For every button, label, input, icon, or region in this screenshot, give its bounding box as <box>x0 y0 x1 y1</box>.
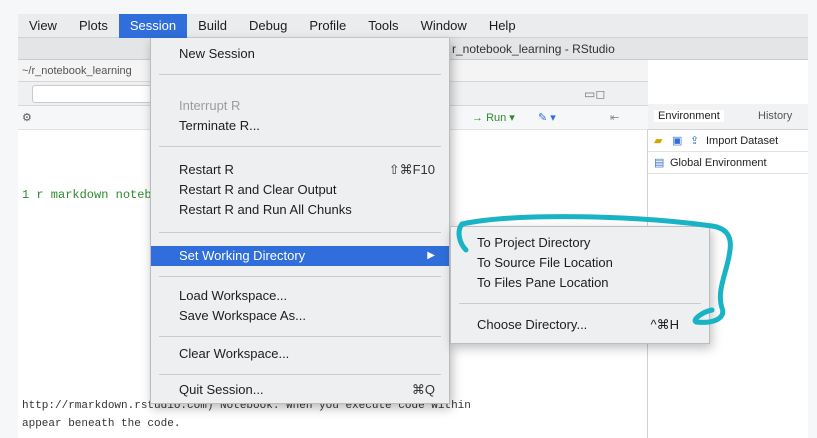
environment-icon: ▤ <box>654 157 665 169</box>
environment-tabs: Environment History <box>648 104 808 130</box>
run-label: Run <box>486 112 507 124</box>
menu-tools[interactable]: Tools <box>357 14 409 38</box>
open-folder-icon[interactable]: ▰ <box>654 134 662 147</box>
submenu-item-source-file-location[interactable]: To Source File Location <box>451 253 709 273</box>
save-icon[interactable]: ▣ <box>672 134 682 147</box>
menu-debug[interactable]: Debug <box>238 14 298 38</box>
insert-chunk-icon[interactable]: ✎ ▾ <box>538 111 556 124</box>
window-title: r_notebook_learning - RStudio <box>452 42 615 56</box>
menu-separator <box>159 74 441 75</box>
submenu-arrow-icon: ▶ <box>427 250 435 261</box>
menu-separator <box>459 303 701 304</box>
menu-item-label: Restart R and Run All Chunks <box>179 202 352 217</box>
menu-item-restart-r[interactable]: Restart R ⇧⌘F10 <box>151 160 449 180</box>
menu-item-label: Quit Session... <box>179 382 264 397</box>
menu-item-label: Load Workspace... <box>179 288 288 303</box>
menu-item-label: Restart R <box>179 162 234 177</box>
menu-item-set-working-directory[interactable]: Set Working Directory ▶ <box>151 246 449 266</box>
tab-environment[interactable]: Environment <box>654 110 724 122</box>
tab-history[interactable]: History <box>758 110 792 122</box>
back-icon[interactable]: ⇤ <box>610 111 619 124</box>
environment-toolbar: ▰ ▣ ⇪ Import Dataset <box>648 130 808 152</box>
menu-item-restart-clear-output[interactable]: Restart R and Clear Output <box>151 180 449 200</box>
submenu-item-files-pane-location[interactable]: To Files Pane Location <box>451 273 709 293</box>
editor-text-line[interactable]: appear beneath the code. <box>22 418 180 430</box>
menu-session[interactable]: Session <box>118 14 188 38</box>
submenu-item-label: To Source File Location <box>477 255 613 270</box>
menu-separator <box>159 276 441 277</box>
menu-window[interactable]: Window <box>410 14 478 38</box>
menu-separator <box>159 374 441 375</box>
menu-item-shortcut: ⇧⌘F10 <box>388 162 435 177</box>
menu-item-label: Save Workspace As... <box>179 308 306 323</box>
run-button[interactable]: → Run ▾ <box>472 111 515 124</box>
submenu-item-label: To Project Directory <box>477 235 591 250</box>
menu-item-save-workspace-as[interactable]: Save Workspace As... <box>151 306 449 326</box>
menu-item-label: Clear Workspace... <box>179 346 290 361</box>
import-dataset-label[interactable]: Import Dataset <box>706 135 778 147</box>
menu-view[interactable]: View <box>18 14 68 38</box>
submenu-item-label: Choose Directory... <box>477 317 588 332</box>
rstudio-window: View Plots Session Build Debug Profile T… <box>18 14 808 438</box>
editor-search-box[interactable] <box>32 85 152 103</box>
menu-item-interrupt-r: Interrupt R <box>151 96 449 116</box>
menu-item-load-workspace[interactable]: Load Workspace... <box>151 286 449 306</box>
menu-item-new-session[interactable]: New Session <box>151 44 449 64</box>
menu-separator <box>159 232 441 233</box>
session-menu: New Session Interrupt R Terminate R... R… <box>150 38 450 404</box>
submenu-item-label: To Files Pane Location <box>477 275 609 290</box>
import-icon[interactable]: ⇪ <box>690 134 699 147</box>
menu-separator <box>159 146 441 147</box>
menu-item-restart-run-all-chunks[interactable]: Restart R and Run All Chunks <box>151 200 449 220</box>
menu-item-label: Restart R and Clear Output <box>179 182 337 197</box>
menu-item-label: Terminate R... <box>179 118 260 133</box>
path-text: ~/r_notebook_learning <box>22 65 132 77</box>
pane-window-controls-icon[interactable]: ▭◻ <box>584 87 605 101</box>
menu-plots[interactable]: Plots <box>68 14 119 38</box>
menu-separator <box>159 336 441 337</box>
menu-item-label: Interrupt R <box>179 98 241 113</box>
menu-item-clear-workspace[interactable]: Clear Workspace... <box>151 344 449 364</box>
menu-item-quit-session[interactable]: Quit Session... ⌘Q <box>151 380 449 400</box>
submenu-item-choose-directory[interactable]: Choose Directory... ^⌘H <box>451 315 709 335</box>
set-working-directory-submenu: To Project Directory To Source File Loca… <box>450 226 710 344</box>
menu-item-shortcut: ⌘Q <box>411 382 435 397</box>
menu-item-label: New Session <box>179 46 255 61</box>
menu-item-shortcut: ^⌘H <box>650 317 680 332</box>
environment-scope-row: ▤ Global Environment <box>648 152 808 174</box>
menu-profile[interactable]: Profile <box>298 14 357 38</box>
submenu-item-project-directory[interactable]: To Project Directory <box>451 233 709 253</box>
menu-item-label: Set Working Directory <box>179 248 306 263</box>
menu-help[interactable]: Help <box>478 14 527 38</box>
global-environment-select[interactable]: Global Environment <box>670 157 767 169</box>
gear-icon[interactable]: ⚙ <box>22 111 32 124</box>
menu-item-terminate-r[interactable]: Terminate R... <box>151 116 449 136</box>
menu-bar: View Plots Session Build Debug Profile T… <box>18 14 808 38</box>
menu-build[interactable]: Build <box>187 14 238 38</box>
